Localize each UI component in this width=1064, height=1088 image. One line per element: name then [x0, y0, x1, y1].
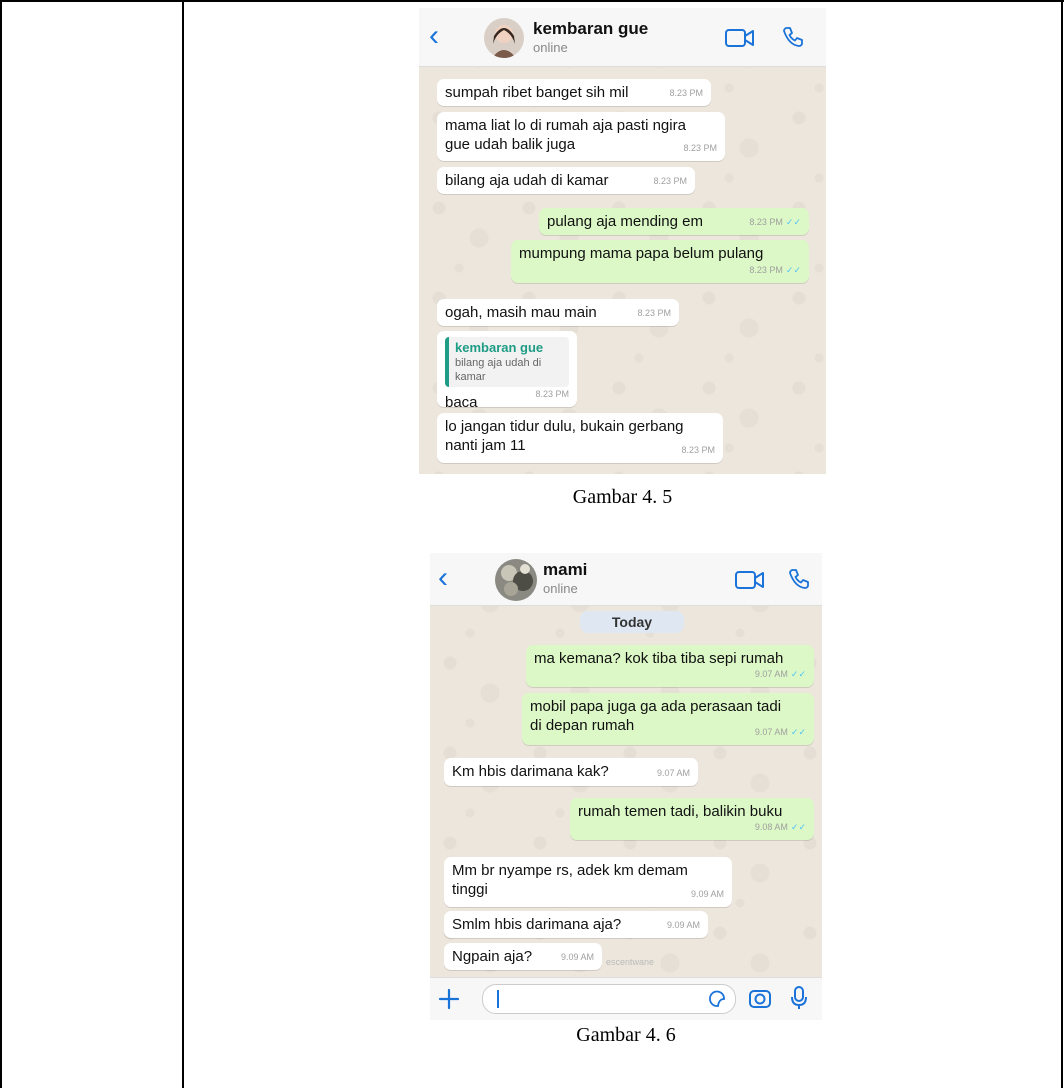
quoted-sender: kembaran gue — [455, 340, 544, 355]
video-camera-icon[interactable] — [735, 570, 765, 590]
message-time: 9.07 AM ✓✓ — [754, 727, 806, 737]
message-bubble-incoming[interactable]: Mm br nyampe rs, adek km demam tinggi 9.… — [444, 857, 732, 907]
message-bubble-incoming[interactable]: Smlm hbis darimana aja? 9.09 AM — [444, 911, 708, 938]
chevron-left-icon[interactable]: ‹ — [438, 563, 448, 593]
chevron-left-icon[interactable]: ‹ — [429, 21, 439, 51]
contact-status: online — [543, 581, 578, 596]
message-text: bilang aja udah di kamar — [445, 172, 609, 189]
message-text: Mm br nyampe rs, adek km demam — [452, 862, 688, 879]
message-time: 8.23 PM ✓✓ — [749, 265, 801, 275]
figure-caption: Gambar 4. 6 — [576, 1024, 676, 1046]
message-bubble-incoming-reply[interactable]: kembaran gue bilang aja udah di kamar ba… — [437, 331, 577, 411]
microphone-icon[interactable] — [790, 985, 808, 1011]
chat-header: ‹ mami online — [430, 553, 822, 606]
text-cursor — [497, 990, 499, 1008]
message-bubble-incoming[interactable]: lo jangan tidur dulu, bukain gerbang nan… — [437, 413, 723, 463]
chat-header: ‹ kembaran gue online — [419, 8, 826, 67]
message-text: mama liat lo di rumah aja pasti ngira — [445, 117, 686, 134]
message-text: mobil papa juga ga ada perasaan tadi — [530, 698, 782, 715]
date-chip: Today — [580, 611, 684, 633]
avatar[interactable] — [484, 18, 524, 58]
chat-screenshot-1: ‹ kembaran gue online sumpah ribet bange… — [419, 8, 826, 474]
plus-icon[interactable] — [438, 988, 460, 1010]
contact-name[interactable]: kembaran gue — [533, 19, 648, 39]
chat-screenshot-2: ‹ mami online Today ma kemana? kok tiba … — [430, 553, 822, 1020]
phone-icon[interactable] — [781, 25, 805, 49]
message-time: 8.23 PM — [681, 445, 715, 455]
message-time: 8.23 PM ✓✓ — [749, 217, 801, 227]
double-check-icon: ✓✓ — [785, 217, 801, 227]
quoted-text: bilang aja udah di kamar — [455, 357, 542, 383]
message-text: lo jangan tidur dulu, bukain gerbang — [445, 418, 684, 435]
message-input[interactable] — [482, 984, 736, 1014]
message-bubble-outgoing[interactable]: pulang aja mending em 8.23 PM ✓✓ — [539, 208, 809, 235]
video-camera-icon[interactable] — [725, 28, 755, 48]
message-bubble-incoming[interactable]: mama liat lo di rumah aja pasti ngira gu… — [437, 112, 725, 161]
message-bubble-outgoing[interactable]: rumah temen tadi, balikin buku 9.08 AM ✓✓ — [570, 798, 814, 840]
contact-status: online — [533, 40, 568, 55]
message-time: 8.23 PM — [669, 88, 703, 98]
message-bubble-incoming[interactable]: Km hbis darimana kak? 9.07 AM — [444, 758, 698, 786]
double-check-icon: ✓✓ — [790, 822, 806, 832]
double-check-icon: ✓✓ — [790, 669, 806, 679]
message-time: 8.23 PM — [683, 143, 717, 153]
message-text: nanti jam 11 — [445, 437, 526, 454]
message-input-bar — [430, 977, 822, 1020]
message-time: 9.08 AM ✓✓ — [754, 822, 806, 832]
message-time: 8.23 PM — [535, 389, 569, 399]
message-text: sumpah ribet banget sih mil — [445, 84, 629, 101]
watermark-text: escentwane — [606, 957, 655, 967]
table-border-top — [0, 0, 1064, 2]
figure-caption: Gambar 4. 5 — [572, 486, 673, 508]
message-bubble-outgoing[interactable]: ma kemana? kok tiba tiba sepi rumah 9.07… — [526, 645, 814, 687]
avatar[interactable] — [495, 559, 537, 601]
message-time: 8.23 PM — [653, 176, 687, 186]
message-text: gue udah balik juga — [445, 136, 576, 153]
contact-name[interactable]: mami — [543, 560, 587, 580]
message-time: 9.07 AM ✓✓ — [754, 669, 806, 679]
camera-icon[interactable] — [748, 987, 772, 1009]
message-text: Smlm hbis darimana aja? — [452, 916, 622, 933]
quoted-message[interactable]: kembaran gue bilang aja udah di kamar — [445, 337, 569, 387]
message-text: tinggi — [452, 881, 488, 898]
message-bubble-incoming[interactable]: ogah, masih mau main 8.23 PM — [437, 299, 679, 326]
message-bubble-incoming[interactable]: bilang aja udah di kamar 8.23 PM — [437, 167, 695, 194]
double-check-icon: ✓✓ — [785, 265, 801, 275]
message-bubble-incoming[interactable]: sumpah ribet banget sih mil 8.23 PM — [437, 79, 711, 106]
message-time: 9.09 AM — [690, 889, 724, 899]
message-bubble-outgoing[interactable]: mumpung mama papa belum pulang 8.23 PM ✓✓ — [511, 240, 809, 283]
table-border-right — [1061, 0, 1063, 1088]
message-time: 9.09 AM — [560, 952, 594, 962]
table-border-left — [0, 0, 2, 1088]
message-time: 9.09 AM — [666, 920, 700, 930]
phone-icon[interactable] — [787, 567, 811, 591]
message-time: 8.23 PM — [637, 308, 671, 318]
double-check-icon: ✓✓ — [790, 727, 806, 737]
message-time: 9.07 AM — [656, 768, 690, 778]
message-bubble-incoming[interactable]: Ngpain aja? 9.09 AM — [444, 943, 602, 970]
sticker-icon[interactable] — [707, 989, 727, 1009]
message-bubble-outgoing[interactable]: mobil papa juga ga ada perasaan tadi di … — [522, 693, 814, 745]
message-text: Km hbis darimana kak? — [452, 763, 609, 780]
table-column-divider — [182, 0, 184, 1088]
